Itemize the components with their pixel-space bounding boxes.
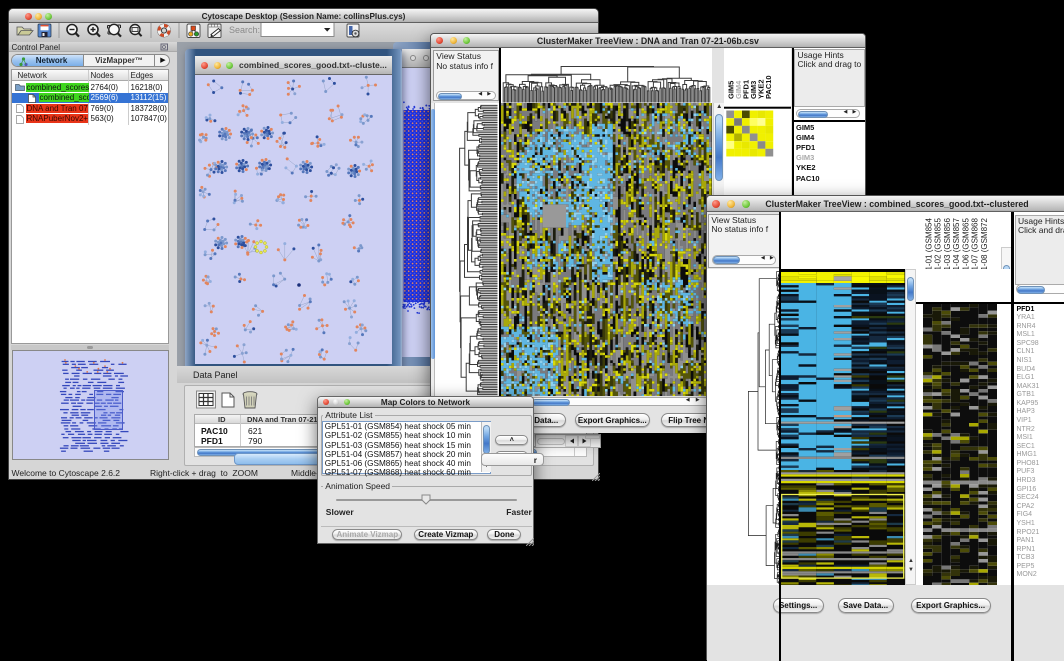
- svg-text:Search:: Search:: [229, 25, 260, 35]
- svg-text:PAC10: PAC10: [764, 75, 773, 99]
